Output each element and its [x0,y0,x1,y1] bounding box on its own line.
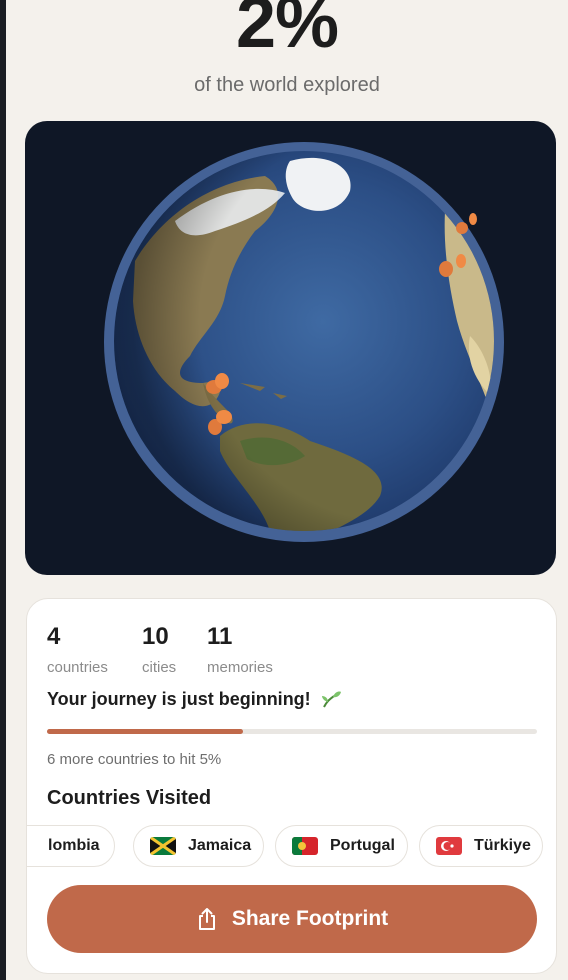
stat-memories-value: 11 [207,623,233,650]
progress-bar [47,729,537,734]
share-footprint-button[interactable]: Share Footprint [47,885,537,953]
country-chip-turkiye[interactable]: Türkiye [419,825,543,867]
stat-countries-value: 4 [47,623,61,650]
country-chip-label: lombia [48,837,100,854]
share-footprint-label: Share Footprint [231,907,389,930]
share-icon [198,908,215,930]
stat-countries: 4 countries [47,623,108,676]
stat-countries-label: countries [47,659,108,676]
country-chip-colombia[interactable]: lombia [27,825,115,867]
progress-fill [47,729,243,734]
stat-memories: 11 memories [207,623,273,676]
turkiye-flag-icon [436,837,462,855]
journey-message: Your journey is just beginning! [47,689,342,710]
countries-visited-title: Countries Visited [47,787,212,809]
progress-hint: 6 more countries to hit 5% [47,751,222,768]
globe-illustration [104,142,504,542]
explored-subtitle: of the world explored [194,74,380,96]
country-chip-jamaica[interactable]: Jamaica [133,825,264,867]
country-chip-portugal[interactable]: Portugal [275,825,408,867]
pin-turkiye [456,222,468,234]
sprout-icon [321,691,341,708]
stat-cities: 10 cities [142,623,176,676]
globe-view[interactable] [25,121,556,575]
stat-cities-value: 10 [142,623,169,650]
journey-message-text: Your journey is just beginning! [47,689,311,709]
country-chip-label: Jamaica [188,837,252,854]
portugal-flag-icon [292,837,318,855]
stat-memories-label: memories [207,659,273,676]
country-chip-label: Türkiye [474,837,531,854]
stats-card: 4 countries 10 cities 11 memories Your j… [26,598,557,974]
country-chip-label: Portugal [330,837,395,854]
stat-cities-label: cities [142,659,177,676]
explored-percent: 2% [235,0,339,63]
jamaica-flag-icon [150,837,176,855]
country-chip-list[interactable]: lombia Jamaica Portugal Türkiye [27,825,556,869]
pin-portugal [439,261,453,277]
screen: 2% of the world explored 4 countries 10 … [6,0,568,980]
